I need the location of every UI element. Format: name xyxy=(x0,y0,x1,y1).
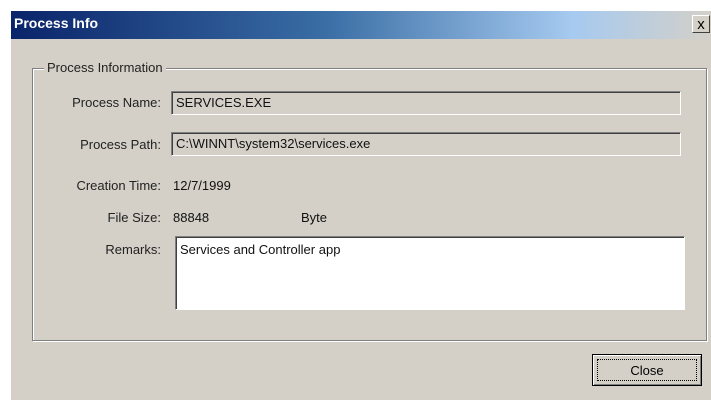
file-size-unit: Byte xyxy=(301,210,328,225)
remarks-textarea[interactable]: Services and Controller app xyxy=(175,236,685,310)
window-title: Process Info xyxy=(14,15,99,31)
group-legend: Process Information xyxy=(44,60,166,75)
close-window-icon[interactable]: x xyxy=(692,15,710,33)
creation-time-label: Creation Time: xyxy=(76,178,161,193)
process-path-field[interactable]: C:\WINNT\system32\services.exe xyxy=(171,132,681,156)
creation-time-value: 12/7/1999 xyxy=(173,178,231,193)
process-info-dialog: Process Info x Process Information Proce… xyxy=(10,10,711,400)
remarks-label: Remarks: xyxy=(105,242,161,257)
file-size-value: 88848 xyxy=(173,210,210,225)
title-bar[interactable]: Process Info x xyxy=(11,11,711,39)
close-button[interactable]: Close xyxy=(592,354,702,386)
process-path-label: Process Path: xyxy=(80,137,161,152)
file-size-label: File Size: xyxy=(107,210,161,225)
close-button-label: Close xyxy=(597,359,697,381)
process-name-field[interactable]: SERVICES.EXE xyxy=(171,91,681,115)
process-name-label: Process Name: xyxy=(72,95,161,110)
